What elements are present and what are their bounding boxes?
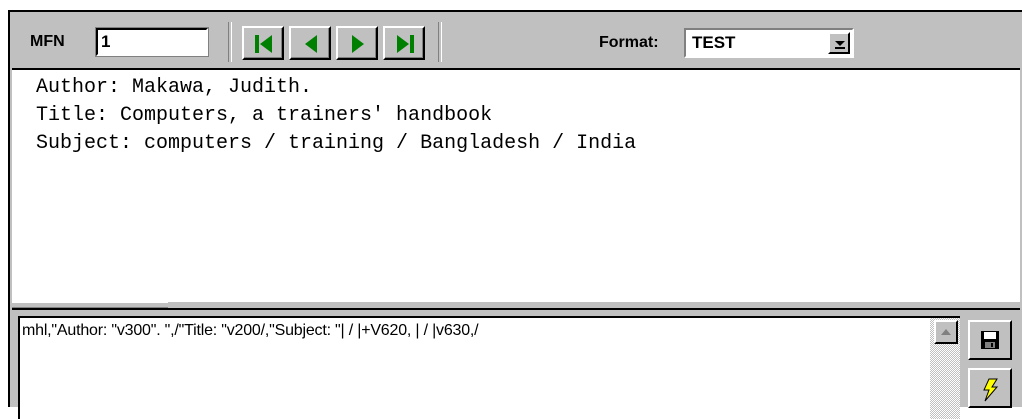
- editor-scrollbar[interactable]: [930, 316, 960, 419]
- record-display: Author: Makawa, Judith. Title: Computers…: [12, 70, 1020, 302]
- splitter-handle[interactable]: [12, 302, 168, 308]
- previous-record-button[interactable]: [289, 26, 331, 60]
- toolbar: MFN 1 Format: TEST: [12, 14, 1020, 70]
- format-label: Format:: [599, 34, 659, 51]
- save-icon: [981, 331, 999, 349]
- display-line-author: Author: Makawa, Judith.: [36, 76, 313, 99]
- next-record-button[interactable]: [336, 26, 378, 60]
- main-window: MFN 1 Format: TEST Author: Makawa, Judit…: [8, 10, 1022, 419]
- execute-button[interactable]: [968, 368, 1012, 408]
- next-record-icon: [352, 35, 364, 53]
- format-editor-text: mhl,"Author: "v300". ",/"Title: "v200/,"…: [22, 322, 479, 339]
- save-button[interactable]: [968, 320, 1012, 360]
- arrow-up-icon: [941, 329, 951, 335]
- chevron-down-icon: [835, 41, 845, 49]
- first-record-icon: [255, 35, 272, 53]
- format-value: TEST: [692, 33, 736, 52]
- display-line-title: Title: Computers, a trainers' handbook: [36, 104, 493, 127]
- pane-splitter[interactable]: [12, 302, 1020, 310]
- display-line-subject: Subject: computers / training / Banglade…: [36, 132, 637, 155]
- dropdown-button[interactable]: [828, 32, 850, 54]
- first-record-button[interactable]: [242, 26, 284, 60]
- format-editor[interactable]: mhl,"Author: "v300". ",/"Title: "v200/,"…: [18, 316, 930, 419]
- toolbar-separator: [228, 22, 232, 62]
- toolbar-separator: [438, 22, 442, 62]
- scroll-up-button[interactable]: [934, 320, 958, 344]
- format-select[interactable]: TEST: [684, 28, 854, 58]
- lightning-icon: [983, 378, 999, 402]
- last-record-icon: [397, 35, 414, 53]
- mfn-label: MFN: [30, 33, 65, 50]
- previous-record-icon: [305, 35, 317, 53]
- last-record-button[interactable]: [383, 26, 425, 60]
- mfn-input[interactable]: 1: [95, 27, 209, 57]
